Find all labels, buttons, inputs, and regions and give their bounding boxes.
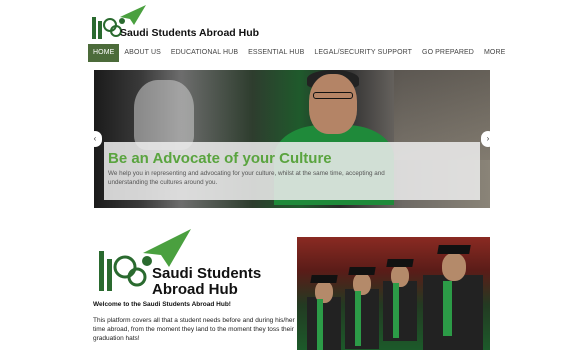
nav-item-home[interactable]: HOME xyxy=(88,44,120,62)
graduate-gown xyxy=(345,289,379,349)
nav-item-more[interactable]: MORE xyxy=(479,44,510,62)
graduate-gown xyxy=(423,275,483,350)
hero-glasses xyxy=(313,92,353,99)
graduate-head xyxy=(442,253,466,281)
nav-item-about-us[interactable]: ABOUT US xyxy=(119,44,165,62)
welcome-text: This platform covers all that a student … xyxy=(93,317,295,342)
graduate-stole xyxy=(355,291,361,346)
hero-caption: Be an Advocate of your Culture We help y… xyxy=(104,142,480,200)
welcome-heading: Welcome to the Saudi Students Abroad Hub… xyxy=(93,301,231,308)
graduate-stole xyxy=(317,299,323,350)
site-logo[interactable]: Saudi Students Abroad Hub xyxy=(90,3,260,43)
graduate-cap xyxy=(310,275,338,283)
graduate-cap xyxy=(348,267,376,275)
chevron-left-icon: ‹ xyxy=(93,134,97,143)
main-nav: HOME ABOUT US EDUCATIONAL HUB ESSENTIAL … xyxy=(88,44,510,62)
graduate-stole xyxy=(393,283,399,338)
nav-item-educational-hub[interactable]: EDUCATIONAL HUB xyxy=(166,44,243,62)
hero-title: Be an Advocate of your Culture xyxy=(108,150,332,167)
hero-text: We help you in representing and advocati… xyxy=(108,170,385,186)
graduation-photo xyxy=(297,237,490,350)
graduate-cap xyxy=(386,259,414,267)
about-logo: Saudi Students Abroad Hub xyxy=(95,225,262,298)
graduate-cap xyxy=(437,245,471,254)
hero-background-person xyxy=(134,80,194,150)
slider-prev-button[interactable]: ‹ xyxy=(88,131,102,147)
graduate-gown xyxy=(307,297,341,350)
nav-item-go-prepared[interactable]: GO PREPARED xyxy=(417,44,479,62)
about-logo-line1: Saudi Students xyxy=(152,265,262,282)
hero-face xyxy=(309,74,357,134)
nav-item-legal-security-support[interactable]: LEGAL/SECURITY SUPPORT xyxy=(309,44,417,62)
graduate-stole xyxy=(443,281,452,336)
graduate-gown xyxy=(383,281,417,341)
slider-next-button[interactable]: › xyxy=(481,131,495,147)
chevron-right-icon: › xyxy=(486,134,490,143)
nav-item-essential-hub[interactable]: ESSENTIAL HUB xyxy=(243,44,309,62)
about-logo-line2: Abroad Hub xyxy=(152,281,238,298)
site-title: Saudi Students Abroad Hub xyxy=(120,27,260,39)
